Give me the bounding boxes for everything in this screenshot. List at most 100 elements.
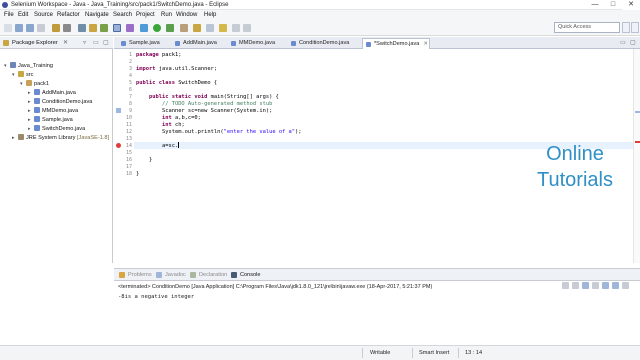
menu-file[interactable]: File	[4, 11, 14, 19]
display-console-icon[interactable]	[612, 282, 619, 289]
debug-perspective-icon[interactable]	[631, 22, 639, 33]
new-class-icon[interactable]	[180, 24, 188, 32]
tree-item-project[interactable]: ▾ Java_Training	[4, 62, 53, 71]
java-file-icon	[291, 41, 296, 46]
search-icon[interactable]	[206, 24, 214, 32]
package-explorer-tab[interactable]: Package Explorer ✕ ▿ ▭ ▢	[0, 37, 113, 49]
new-java-project-icon[interactable]	[89, 24, 97, 32]
code-line-11[interactable]: int ch;	[136, 122, 185, 129]
tree-item-addmain[interactable]: ▸ AddMain.java	[28, 89, 76, 98]
code-text: ch;	[171, 122, 185, 128]
code-text: a=sc.	[136, 143, 179, 149]
code-line-8[interactable]: // TODO Auto-generated method stub	[136, 101, 272, 108]
tab-javadoc[interactable]: Javadoc	[156, 271, 186, 279]
toggle-mark-icon[interactable]	[113, 24, 121, 32]
java-perspective-icon[interactable]	[622, 22, 630, 33]
tab-sample[interactable]: Sample.java	[118, 38, 160, 49]
remove-launch-icon[interactable]	[572, 282, 579, 289]
code-line-5[interactable]: public class SwitchDemo {	[136, 80, 217, 87]
code-line-9[interactable]: Scanner sc=new Scanner(System.in);	[136, 108, 272, 115]
minimize-view-icon[interactable]: ▭	[93, 39, 99, 47]
open-type-icon[interactable]	[126, 24, 134, 32]
build-icon[interactable]	[100, 24, 108, 32]
tab-console[interactable]: Console	[231, 271, 261, 279]
minimize-button[interactable]: —	[586, 0, 604, 10]
task-marker-icon[interactable]	[116, 108, 121, 113]
menu-project[interactable]: Project	[136, 11, 155, 19]
menu-refactor[interactable]: Refactor	[57, 11, 80, 19]
forward-icon[interactable]	[243, 24, 251, 32]
menu-edit[interactable]: Edit	[18, 11, 28, 19]
pin-console-icon[interactable]	[602, 282, 609, 289]
tree-item-pack1[interactable]: ▾ pack1	[20, 80, 49, 89]
code-line-15[interactable]: }	[136, 157, 152, 164]
watermark-line-1: Online	[546, 143, 604, 165]
status-cursor-position: 13 : 14	[465, 350, 483, 356]
maximize-button[interactable]: □	[604, 0, 622, 10]
tree-item-src[interactable]: ▾ src	[12, 71, 33, 80]
code-text: System.out.println(	[136, 129, 224, 135]
tree-item-mmdemo[interactable]: ▸ MMDemo.java	[28, 107, 78, 116]
tree-item-label: AddMain.java	[42, 90, 76, 96]
task-overview-mark[interactable]	[635, 111, 640, 113]
code-line-17[interactable]: }	[136, 171, 139, 178]
close-tab-icon[interactable]: ✕	[423, 41, 428, 47]
print-icon[interactable]	[37, 24, 45, 32]
code-line-1[interactable]: package pack1;	[136, 52, 181, 59]
scroll-lock-icon[interactable]	[592, 282, 599, 289]
terminate-icon[interactable]	[562, 282, 569, 289]
java-file-icon	[34, 107, 40, 113]
coverage-icon[interactable]	[166, 24, 174, 32]
menu-source[interactable]: Source	[34, 11, 53, 19]
tab-addmain[interactable]: AddMain.java	[172, 38, 217, 49]
tab-switchdemo[interactable]: *SwitchDemo.java ✕	[362, 38, 430, 49]
back-icon[interactable]	[232, 24, 240, 32]
save-all-icon[interactable]	[26, 24, 34, 32]
tab-conditiondemo[interactable]: ConditionDemo.java	[288, 38, 349, 49]
annotation-icon[interactable]	[219, 24, 227, 32]
code-line-13[interactable]: a=sc.	[136, 142, 180, 150]
new-icon[interactable]	[4, 24, 12, 32]
quick-access-input[interactable]: Quick Access	[554, 22, 620, 33]
code-line-3[interactable]: import java.util.Scanner;	[136, 66, 217, 73]
menu-window[interactable]: Window	[176, 11, 197, 19]
console-output[interactable]: -8is a negative integer	[118, 293, 194, 301]
view-menu-icon[interactable]: ▿	[83, 39, 86, 47]
maximize-view-icon[interactable]: ▢	[103, 39, 109, 47]
open-console-icon[interactable]	[622, 282, 629, 289]
tree-item-jre-library[interactable]: ▸ JRE System Library [JavaSE-1.8]	[12, 134, 109, 143]
close-button[interactable]: ✕	[622, 0, 640, 10]
save-icon[interactable]	[15, 24, 23, 32]
window-title: Selenium Workspace - Java - Java_Trainin…	[11, 2, 229, 8]
close-view-icon[interactable]: ✕	[63, 39, 68, 47]
menu-help[interactable]: Help	[204, 11, 216, 19]
text-cursor	[178, 142, 180, 148]
minimize-editor-icon[interactable]: ▭	[620, 39, 626, 47]
maximize-editor-icon[interactable]: ▢	[630, 39, 636, 47]
code-text: a,b,c=0;	[171, 115, 201, 121]
debug-skip-icon[interactable]	[52, 24, 60, 32]
tree-item-conditiondemo[interactable]: ▸ ConditionDemo.java	[28, 98, 92, 107]
tab-problems[interactable]: Problems	[119, 271, 152, 279]
run-icon[interactable]	[153, 24, 161, 32]
tree-item-sample[interactable]: ▸ Sample.java	[28, 116, 73, 125]
code-line-12[interactable]: System.out.println("enter the value of a…	[136, 129, 302, 136]
code-keyword: int	[136, 122, 172, 128]
new-package-icon[interactable]	[193, 24, 201, 32]
error-marker-icon[interactable]	[116, 143, 121, 148]
tree-item-label: SwitchDemo.java	[42, 126, 86, 132]
debug-icon[interactable]	[140, 24, 148, 32]
step-icon[interactable]	[63, 24, 71, 32]
tab-declaration[interactable]: Declaration	[190, 271, 227, 279]
external-tools-icon[interactable]	[78, 24, 86, 32]
menu-search[interactable]: Search	[113, 11, 132, 19]
code-line-10[interactable]: int a,b,c=0;	[136, 115, 201, 122]
menu-navigate[interactable]: Navigate	[85, 11, 109, 19]
java-file-icon	[34, 98, 40, 104]
line-number: 8	[128, 101, 132, 107]
clear-console-icon[interactable]	[582, 282, 589, 289]
menu-run[interactable]: Run	[161, 11, 172, 19]
code-line-7[interactable]: public static void main(String[] args) {	[136, 94, 279, 101]
tab-mmdemo[interactable]: MMDemo.java	[228, 38, 275, 49]
tree-item-switchdemo[interactable]: ▸ SwitchDemo.java	[28, 125, 85, 134]
